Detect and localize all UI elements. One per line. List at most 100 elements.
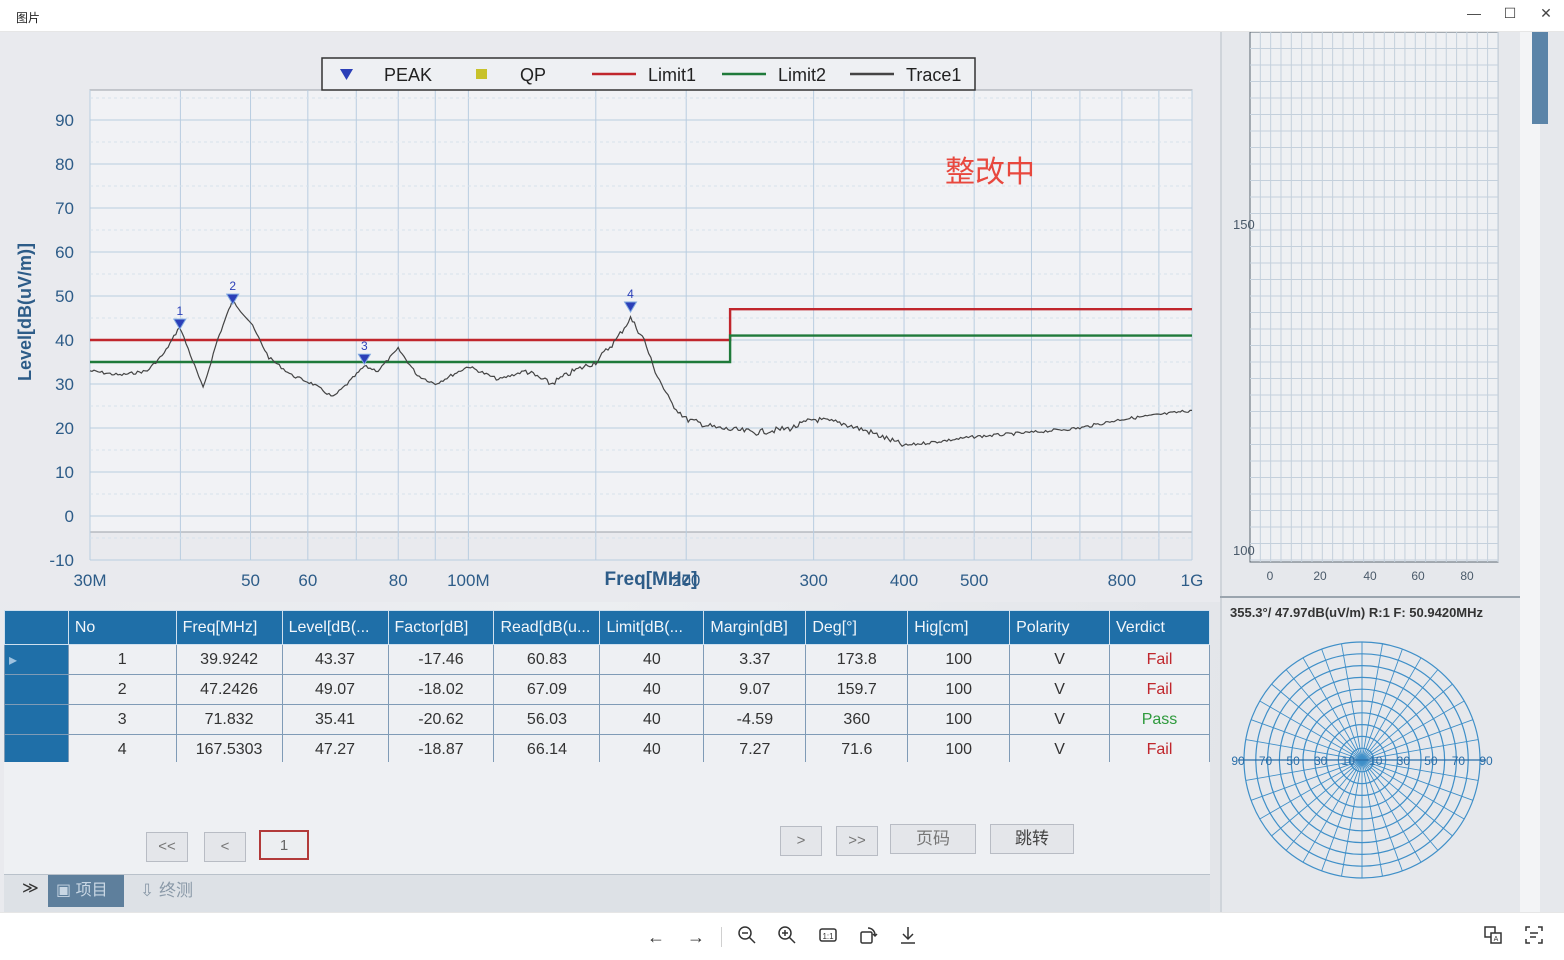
table-cell: 40 — [599, 644, 705, 675]
table-cell: 56.03 — [493, 704, 601, 735]
table-cell: -4.59 — [703, 704, 807, 735]
y-tick-label: 40 — [55, 331, 74, 350]
side-scrollbar-thumb[interactable] — [1532, 32, 1548, 124]
height-grid — [1249, 32, 1499, 563]
title-bar: 图片 — ☐ ✕ — [0, 0, 1564, 32]
peak-marker-label: 2 — [229, 279, 236, 293]
page-number-input[interactable]: 页码 — [890, 824, 976, 854]
ocr-icon[interactable] — [1522, 925, 1546, 949]
column-header[interactable]: Read[dB(u... — [493, 610, 601, 645]
y-tick-label: 60 — [55, 243, 74, 262]
y-tick-label: 10 — [55, 463, 74, 482]
table-row[interactable]: ▸ 1 39.9242 43.37 -17.46 60.83 40 3.37 173.8 100 V… — [4, 644, 1210, 675]
tab-final-test[interactable]: ⇩ 终测 — [136, 875, 216, 907]
y-axis-label: Level[dB(uV/m)] — [15, 243, 35, 381]
y-tick-label: 90 — [55, 111, 74, 130]
x-axis-label: Freq[MHz] — [605, 569, 698, 590]
side-x-tick: 20 — [1313, 569, 1327, 583]
row-selector[interactable] — [4, 734, 69, 765]
row-selector[interactable] — [4, 674, 69, 705]
x-tick-label: 50 — [241, 571, 260, 590]
splitter[interactable] — [1220, 32, 1222, 912]
translate-icon[interactable]: A — [1481, 925, 1505, 949]
side-x-tick: 60 — [1411, 569, 1425, 583]
maximize-button[interactable]: ☐ — [1492, 2, 1528, 28]
column-header[interactable]: Margin[dB] — [703, 610, 807, 645]
polar-scale-label: 90 — [1231, 754, 1245, 768]
table-cell: 67.09 — [493, 674, 601, 705]
prev-page-button[interactable]: < — [204, 832, 246, 862]
close-button[interactable]: ✕ — [1528, 2, 1564, 28]
y-tick-label: 0 — [65, 507, 74, 526]
row-selector[interactable]: ▸ — [4, 644, 69, 675]
y-tick-label: 30 — [55, 375, 74, 394]
table-cell: 4 — [67, 734, 177, 765]
row-selector[interactable] — [4, 704, 69, 735]
actual-size-icon[interactable]: 1:1 — [816, 925, 840, 949]
y-tick-label: 50 — [55, 287, 74, 306]
table-cell: 3.37 — [703, 644, 807, 675]
column-header[interactable]: Factor[dB] — [387, 610, 495, 645]
collapse-icon[interactable]: ≫ — [22, 878, 39, 898]
legend-label: Limit2 — [778, 65, 826, 85]
legend-label: PEAK — [384, 65, 432, 85]
arrow-right-icon[interactable]: → — [684, 925, 708, 949]
side-y-tick-150: 150 — [1233, 217, 1255, 232]
table-cell: 100 — [907, 674, 1011, 705]
table-cell: 49.07 — [281, 674, 389, 705]
polar-status: 355.3°/ 47.97dB(uV/m) R:1 F: 50.9420MHz — [1230, 605, 1484, 620]
table-cell: 47.2426 — [175, 674, 283, 705]
table-cell: 60.83 — [493, 644, 601, 675]
zoom-out-icon[interactable] — [735, 925, 759, 949]
current-page[interactable]: 1 — [259, 830, 309, 860]
polar-scale-label: 90 — [1479, 754, 1493, 768]
download-icon[interactable] — [896, 925, 920, 949]
side-x-tick: 0 — [1267, 569, 1274, 583]
polar-scale-label: 70 — [1452, 754, 1466, 768]
next-page-button[interactable]: > — [780, 826, 822, 856]
column-header[interactable]: Verdict — [1109, 610, 1210, 645]
table-cell: -20.62 — [387, 704, 495, 735]
emission-chart: 30M 50 60 80 100M 200 300 400 500 800 1G 908070605… — [0, 32, 1220, 602]
toolbar-divider — [721, 927, 722, 947]
column-header[interactable]: No — [67, 610, 177, 645]
legend-label: QP — [520, 65, 546, 85]
image-viewer: 30M 50 60 80 100M 200 300 400 500 800 1G 90 80 70 60 5… — [0, 32, 1564, 912]
first-page-button[interactable]: << — [146, 832, 188, 862]
minimize-button[interactable]: — — [1456, 2, 1492, 28]
polar-scale-label: 10 — [1369, 754, 1383, 768]
x-tick-label: 400 — [890, 571, 918, 590]
window-title: 图片 — [16, 11, 41, 25]
table-row[interactable]: 4 167.5303 47.27 -18.87 66.14 40 7.27 71.6 100 V F… — [4, 734, 1210, 765]
tab-project[interactable]: ▣ 项目 — [48, 875, 124, 907]
column-header[interactable]: Hig[cm] — [907, 610, 1011, 645]
svg-text:1:1: 1:1 — [822, 932, 834, 941]
last-page-button[interactable]: >> — [836, 826, 878, 856]
polar-scale-label: 50 — [1286, 754, 1300, 768]
side-y-tick-100: 100 — [1233, 543, 1255, 558]
arrow-left-icon[interactable]: ← — [644, 925, 668, 949]
column-header[interactable]: Level[dB(... — [281, 610, 389, 645]
table-row[interactable]: 2 47.2426 49.07 -18.02 67.09 40 9.07 159.7 100 V F… — [4, 674, 1210, 705]
table-cell: 100 — [907, 644, 1011, 675]
polar-scale-label: 70 — [1259, 754, 1273, 768]
zoom-in-icon[interactable] — [775, 925, 799, 949]
table-cell: 39.9242 — [175, 644, 283, 675]
column-header[interactable]: Deg[°] — [805, 610, 909, 645]
y-tick-label: -10 — [49, 551, 74, 570]
side-x-tick: 80 — [1460, 569, 1474, 583]
result-table: No Freq[MHz] Level[dB(... Factor[dB] Rea… — [4, 610, 1210, 765]
table-row[interactable]: 3 71.832 35.41 -20.62 56.03 40 -4.59 360 100 V Pas… — [4, 704, 1210, 735]
jump-button[interactable]: 跳转 — [990, 824, 1074, 854]
rotate-icon[interactable] — [856, 925, 880, 949]
table-cell: 360 — [805, 704, 909, 735]
column-header[interactable]: Freq[MHz] — [175, 610, 283, 645]
x-tick-label: 30M — [73, 571, 106, 590]
column-header[interactable]: Polarity — [1009, 610, 1110, 645]
row-selector-header — [4, 610, 69, 645]
table-cell: 47.27 — [281, 734, 389, 765]
table-cell: 167.5303 — [175, 734, 283, 765]
y-tick-label: 20 — [55, 419, 74, 438]
photo-content: 30M 50 60 80 100M 200 300 400 500 800 1G 90 80 70 60 5… — [0, 32, 1564, 912]
column-header[interactable]: Limit[dB(... — [599, 610, 705, 645]
